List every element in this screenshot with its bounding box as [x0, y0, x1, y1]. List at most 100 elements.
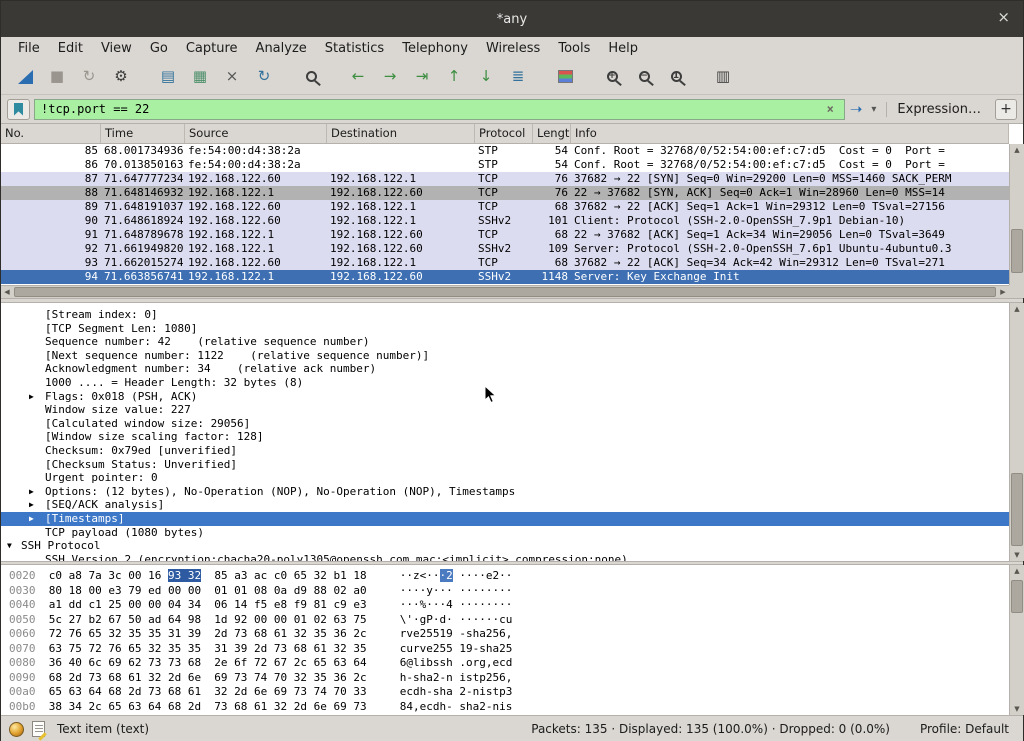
status-profile[interactable]: Profile: Default: [920, 722, 1009, 736]
zoom-100-button[interactable]: 1: [661, 63, 691, 91]
scrollbar-thumb[interactable]: [1011, 580, 1023, 613]
detail-line[interactable]: [TCP Segment Len: 1080]: [1, 322, 1009, 336]
scroll-down-icon[interactable]: [1010, 549, 1024, 561]
menu-item-statistics[interactable]: Statistics: [316, 39, 393, 58]
packet-row-86[interactable]: 8670.013850163fe:54:00:d4:38:2aSTP54Conf…: [1, 158, 1009, 172]
packet-row-94[interactable]: 9471.663856741192.168.122.1192.168.122.6…: [1, 270, 1009, 284]
go-forward-button[interactable]: →: [375, 63, 405, 91]
packet-row-91[interactable]: 9171.648789678192.168.122.1192.168.122.6…: [1, 228, 1009, 242]
packet-list-hscrollbar[interactable]: [1, 285, 1009, 298]
zoom-in-button[interactable]: +: [597, 63, 627, 91]
menu-item-analyze[interactable]: Analyze: [247, 39, 316, 58]
hex-row-0060[interactable]: 0060 72 76 65 32 35 35 31 39 2d 73 68 61…: [9, 627, 1009, 642]
open-capture-button[interactable]: ▤: [153, 63, 183, 91]
hex-row-00b0[interactable]: 00b0 38 34 2c 65 63 64 68 2d 73 68 61 32…: [9, 700, 1009, 715]
colorize-button[interactable]: [550, 63, 580, 91]
detail-line[interactable]: Checksum: 0x79ed [unverified]: [1, 444, 1009, 458]
resize-columns-button[interactable]: ▥: [708, 63, 738, 91]
column-header-info[interactable]: Info: [571, 124, 1009, 143]
detail-line[interactable]: 1000 .... = Header Length: 32 bytes (8): [1, 376, 1009, 390]
detail-line[interactable]: Urgent pointer: 0: [1, 471, 1009, 485]
expand-icon[interactable]: ▶: [29, 498, 34, 512]
detail-line[interactable]: ▶Options: (12 bytes), No-Operation (NOP)…: [1, 485, 1009, 499]
restart-capture-button[interactable]: ↻: [74, 63, 104, 91]
filter-history-dropdown-icon[interactable]: ▾: [867, 104, 880, 115]
expression-button[interactable]: Expression…: [886, 102, 991, 117]
filter-apply-icon[interactable]: ➝: [845, 100, 868, 118]
detail-line[interactable]: [Window size scaling factor: 128]: [1, 430, 1009, 444]
detail-line[interactable]: ▶Flags: 0x018 (PSH, ACK): [1, 390, 1009, 404]
detail-line[interactable]: [Calculated window size: 29056]: [1, 417, 1009, 431]
detail-line[interactable]: ▶[Timestamps]: [1, 512, 1009, 526]
stop-capture-button[interactable]: ■: [42, 63, 72, 91]
column-header-length[interactable]: Length: [533, 124, 571, 143]
expand-icon[interactable]: ▶: [29, 485, 34, 499]
find-packet-button[interactable]: [296, 63, 326, 91]
scrollbar-thumb[interactable]: [1011, 473, 1023, 545]
start-capture-button[interactable]: [10, 63, 40, 91]
hex-row-0090[interactable]: 0090 68 2d 73 68 61 32 2d 6e 69 73 74 70…: [9, 671, 1009, 686]
detail-line[interactable]: TCP payload (1080 bytes): [1, 526, 1009, 540]
expand-icon[interactable]: ▶: [29, 390, 34, 404]
column-header-protocol[interactable]: Protocol: [475, 124, 533, 143]
hex-row-0030[interactable]: 0030 80 18 00 e3 79 ed 00 00 01 01 08 0a…: [9, 584, 1009, 599]
hex-row-0050[interactable]: 0050 5c 27 b2 67 50 ad 64 98 1d 92 00 00…: [9, 613, 1009, 628]
collapse-icon[interactable]: ▼: [7, 539, 12, 553]
detail-line[interactable]: Sequence number: 42 (relative sequence n…: [1, 335, 1009, 349]
menu-item-capture[interactable]: Capture: [177, 39, 247, 58]
filter-bookmark-button[interactable]: [7, 99, 30, 120]
display-filter-input[interactable]: !tcp.port == 22 ×: [34, 99, 845, 120]
hex-row-0070[interactable]: 0070 63 75 72 76 65 32 35 35 31 39 2d 73…: [9, 642, 1009, 657]
scroll-up-icon[interactable]: [1010, 303, 1024, 315]
packet-row-87[interactable]: 8771.647777234192.168.122.60192.168.122.…: [1, 172, 1009, 186]
save-capture-button[interactable]: ▦: [185, 63, 215, 91]
expand-icon[interactable]: ▶: [29, 512, 34, 526]
go-last-button[interactable]: ↓: [471, 63, 501, 91]
reload-capture-button[interactable]: ↻: [249, 63, 279, 91]
close-window-icon[interactable]: ×: [997, 10, 1010, 25]
menu-item-file[interactable]: File: [9, 39, 49, 58]
column-header-no[interactable]: No.: [1, 124, 101, 143]
packet-row-85[interactable]: 8568.001734936fe:54:00:d4:38:2aSTP54Conf…: [1, 144, 1009, 158]
packet-row-90[interactable]: 9071.648618924192.168.122.60192.168.122.…: [1, 214, 1009, 228]
hex-vscrollbar[interactable]: [1009, 565, 1024, 715]
filter-clear-icon[interactable]: ×: [823, 102, 838, 116]
detail-line[interactable]: Window size value: 227: [1, 403, 1009, 417]
go-back-button[interactable]: ←: [343, 63, 373, 91]
scroll-left-icon[interactable]: [1, 286, 13, 298]
packet-row-88[interactable]: 8871.648146932192.168.122.1192.168.122.6…: [1, 186, 1009, 200]
menu-item-go[interactable]: Go: [141, 39, 177, 58]
detail-line[interactable]: Acknowledgment number: 34 (relative ack …: [1, 362, 1009, 376]
packet-row-89[interactable]: 8971.648191037192.168.122.60192.168.122.…: [1, 200, 1009, 214]
zoom-out-button[interactable]: −: [629, 63, 659, 91]
menu-item-edit[interactable]: Edit: [49, 39, 92, 58]
packet-row-93[interactable]: 9371.662015274192.168.122.60192.168.122.…: [1, 256, 1009, 270]
packet-list-vscrollbar[interactable]: [1009, 144, 1024, 298]
scroll-up-icon[interactable]: [1010, 144, 1024, 156]
hex-row-0080[interactable]: 0080 36 40 6c 69 62 73 73 68 2e 6f 72 67…: [9, 656, 1009, 671]
menu-item-wireless[interactable]: Wireless: [477, 39, 549, 58]
filter-add-button[interactable]: +: [995, 99, 1017, 120]
column-header-time[interactable]: Time: [101, 124, 185, 143]
hex-row-0040[interactable]: 0040 a1 dd c1 25 00 00 04 34 06 14 f5 e8…: [9, 598, 1009, 613]
menu-item-view[interactable]: View: [92, 39, 141, 58]
detail-line[interactable]: SSH Version 2 (encryption:chacha20-poly1…: [1, 553, 1009, 561]
close-capture-button[interactable]: ×: [217, 63, 247, 91]
detail-line[interactable]: [Checksum Status: Unverified]: [1, 458, 1009, 472]
hex-row-00a0[interactable]: 00a0 65 63 64 68 2d 73 68 61 32 2d 6e 69…: [9, 685, 1009, 700]
menu-item-tools[interactable]: Tools: [549, 39, 599, 58]
scroll-right-icon[interactable]: [997, 286, 1009, 298]
menu-item-telephony[interactable]: Telephony: [393, 39, 477, 58]
scroll-up-icon[interactable]: [1010, 565, 1024, 577]
expert-info-icon[interactable]: [9, 722, 24, 737]
details-vscrollbar[interactable]: [1009, 303, 1024, 561]
detail-line[interactable]: ▼SSH Protocol: [1, 539, 1009, 553]
detail-line[interactable]: [Next sequence number: 1122 (relative se…: [1, 349, 1009, 363]
scrollbar-thumb[interactable]: [14, 287, 996, 297]
scroll-down-icon[interactable]: [1010, 703, 1024, 715]
hex-row-0020[interactable]: 0020 c0 a8 7a 3c 00 16 93 32 85 a3 ac c0…: [9, 569, 1009, 584]
column-header-source[interactable]: Source: [185, 124, 327, 143]
titlebar[interactable]: *any ×: [1, 1, 1023, 37]
detail-line[interactable]: [Stream index: 0]: [1, 308, 1009, 322]
detail-line[interactable]: ▶[SEQ/ACK analysis]: [1, 498, 1009, 512]
